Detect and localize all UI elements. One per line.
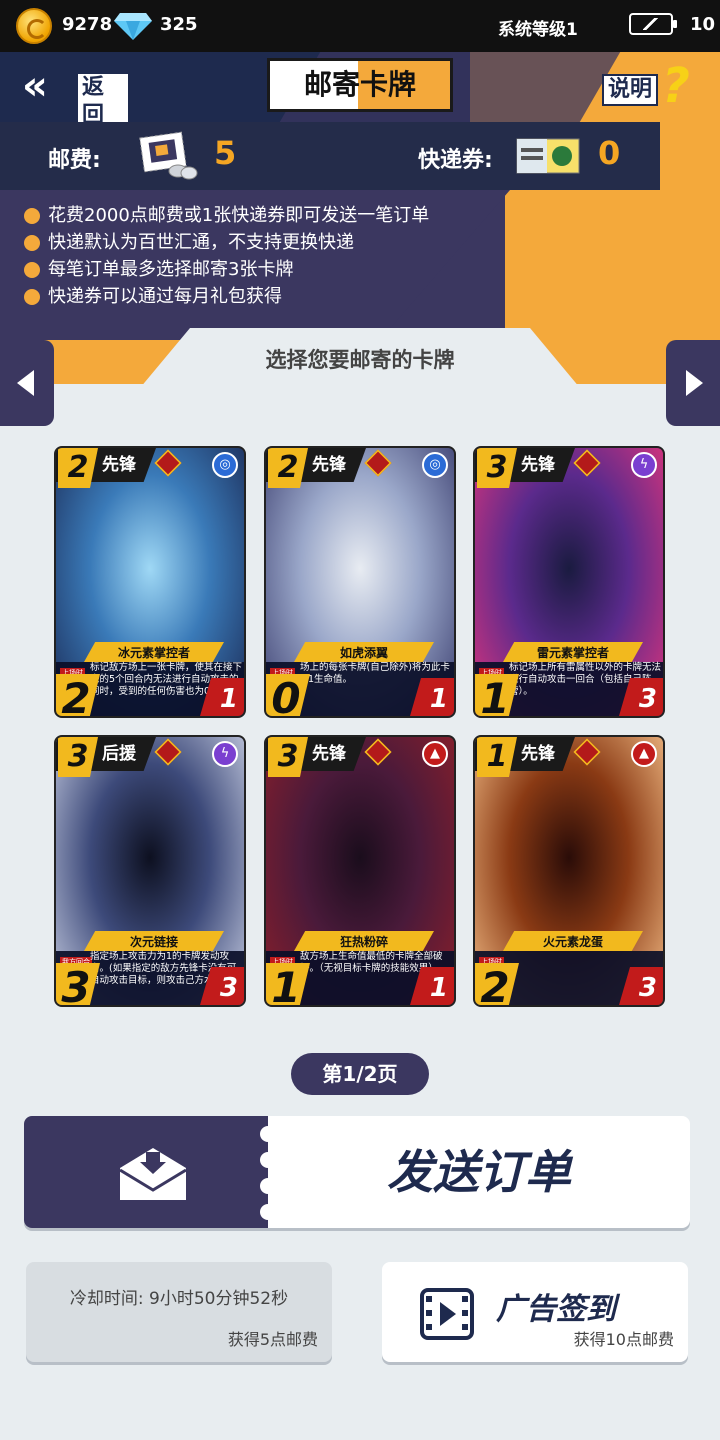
card-item[interactable]: 2 先锋 ◎ 冰元素掌控者 上场时 标记敌方场上一张卡牌，使其在接下来的5个回合… (54, 446, 246, 718)
send-order-button[interactable]: 发送订单 (24, 1116, 690, 1228)
postage-bar: 邮费: 5 快递券: 0 (0, 122, 720, 190)
coin-icon (16, 8, 52, 44)
card-name: 火元素龙蛋 (542, 935, 603, 949)
ad-checkin-button[interactable]: 广告签到 获得10点邮费 (382, 1262, 688, 1362)
send-order-label: 发送订单 (387, 1145, 571, 1199)
card-hp: 1 (429, 684, 448, 714)
rules-list: 花费2000点邮费或1张快递券即可发送一笔订单 快递默认为百世汇通，不支持更换快… (24, 202, 429, 310)
postage-value: 5 (214, 134, 237, 172)
stamp-icon (139, 131, 198, 180)
element-icon: ◎ (212, 452, 238, 478)
double-chevron-left-icon: « (22, 63, 48, 109)
page-indicator: 第1/2页 (291, 1053, 429, 1095)
card-type: 后援 (102, 744, 136, 764)
card-name: 雷元素掌控者 (536, 646, 609, 660)
card-type: 先锋 (312, 744, 346, 764)
ad-checkin-reward: 获得10点邮费 (573, 1330, 674, 1349)
system-level: 系统等级1 (498, 20, 578, 40)
element-icon: ▲ (422, 741, 448, 767)
page-title-text: 邮寄卡牌 (303, 68, 416, 101)
video-icon (420, 1288, 474, 1340)
card-hp: 3 (219, 973, 238, 1003)
cooldown-time: 冷却时间: 9小时50分钟52秒 (69, 1289, 289, 1309)
energy-count: 10 (690, 14, 716, 35)
rule-item: 快递默认为百世汇通，不支持更换快递 (24, 229, 429, 256)
express-ticket-icon (516, 138, 580, 174)
rule-item: 每笔订单最多选择邮寄3张卡牌 (24, 256, 429, 283)
element-icon: ◎ (422, 452, 448, 478)
card-hp: 1 (219, 684, 238, 714)
diamond-icon (114, 13, 152, 40)
rule-item: 花费2000点邮费或1张快递券即可发送一笔订单 (24, 202, 429, 229)
envelope-icon (120, 1148, 186, 1200)
question-mark-icon: ? (662, 58, 690, 114)
card-item[interactable]: 3 后援 ϟ 次元链接 我方回合 指定场上攻击力为1的卡牌发动攻击。(如果指定的… (54, 735, 246, 1007)
card-name: 狂热粉碎 (339, 935, 388, 949)
card-type: 先锋 (521, 455, 555, 475)
help-button[interactable]: 说明 ? (600, 58, 710, 114)
status-bar: 9278 325 系统等级1 10 (0, 0, 720, 52)
coin-count: 9278 (62, 14, 113, 35)
card-type: 先锋 (521, 744, 555, 764)
next-page-button[interactable] (666, 340, 720, 426)
card-type: 先锋 (102, 455, 136, 475)
arrow-right-icon (686, 370, 703, 396)
card-item[interactable]: 2 先锋 ◎ 如虎添翼 上场时 场上的每张卡牌(自己除外)将为此卡+1生命值。 … (264, 446, 456, 718)
page-title: 邮寄卡牌 (267, 58, 453, 112)
postage-label: 邮费: (48, 148, 101, 173)
card-hp: 3 (638, 684, 657, 714)
prev-page-button[interactable] (0, 340, 54, 426)
ad-checkin-label: 广告签到 (496, 1292, 616, 1327)
card-type: 先锋 (312, 455, 346, 475)
help-label: 说明 (602, 74, 659, 106)
card-name: 如虎添翼 (339, 646, 388, 660)
ticket-label: 快递券: (418, 148, 493, 173)
header-bar: « 返回 邮寄卡牌 说明 ? (0, 52, 720, 122)
cooldown-panel: 冷却时间: 9小时50分钟52秒 获得5点邮费 (26, 1262, 332, 1362)
cooldown-reward: 获得5点邮费 (227, 1330, 318, 1349)
card-hp: 1 (429, 973, 448, 1003)
card-item[interactable]: 1 先锋 ▲ 火元素龙蛋 上场时 2 3 (473, 735, 665, 1007)
rule-item: 快递券可以通过每月礼包获得 (24, 283, 429, 310)
energy-icon (629, 13, 677, 35)
gem-count: 325 (160, 14, 198, 35)
element-icon: ϟ (631, 452, 657, 478)
ticket-value: 0 (598, 134, 621, 172)
card-item[interactable]: 3 先锋 ▲ 狂热粉碎 上场时 敌方场上生命值最低的卡牌全部破坏。（无视目标卡牌… (264, 735, 456, 1007)
element-icon: ▲ (631, 741, 657, 767)
card-name: 冰元素掌控者 (117, 646, 190, 660)
card-hp: 3 (638, 973, 657, 1003)
card-item[interactable]: 3 先锋 ϟ 雷元素掌控者 上场时 标记场上所有雷属性以外的卡牌无法进行自动攻击… (473, 446, 665, 718)
back-button[interactable]: « 返回 (18, 60, 130, 122)
card-name: 次元链接 (129, 935, 178, 949)
select-cards-title: 选择您要邮寄的卡牌 (265, 348, 455, 372)
back-label: 返回 (76, 72, 130, 122)
element-icon: ϟ (212, 741, 238, 767)
arrow-left-icon (17, 370, 34, 396)
